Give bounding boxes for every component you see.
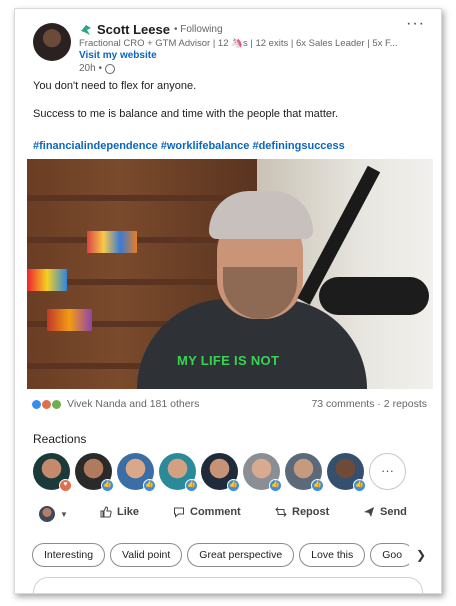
comment-icon xyxy=(174,507,184,518)
actor-avatar xyxy=(39,506,55,522)
like-reaction-icon: 👍 xyxy=(101,479,114,492)
reactor-avatar[interactable]: ♥ xyxy=(33,453,72,492)
author-brand-icon xyxy=(81,24,91,35)
post-time: 20h • xyxy=(79,63,102,74)
suggested-comment-chips: Interesting Valid point Great perspectiv… xyxy=(32,543,428,567)
comment-chip[interactable]: Love this xyxy=(299,543,366,567)
microphone xyxy=(319,277,429,315)
actor-switcher[interactable]: ▼ xyxy=(39,506,68,522)
comment-chip[interactable]: Interesting xyxy=(32,543,106,567)
globe-icon xyxy=(104,63,115,74)
repost-icon xyxy=(275,507,287,517)
reactor-avatar[interactable]: 👍 xyxy=(327,453,366,492)
send-label: Send xyxy=(380,506,407,518)
comments-reposts-count[interactable]: 73 comments · 2 reposts xyxy=(311,398,427,410)
reactors-summary[interactable]: Vivek Nanda and 181 others xyxy=(31,398,199,410)
author-name[interactable]: Scott Leese xyxy=(97,22,170,37)
like-reaction-icon: 👍 xyxy=(353,479,366,492)
comment-chip[interactable]: Great perspective xyxy=(187,543,295,567)
like-label: Like xyxy=(117,506,140,518)
post-hashtags[interactable]: #financialindependence #worklifebalance … xyxy=(33,140,345,152)
reactor-avatar[interactable]: 👍 xyxy=(75,453,114,492)
reactor-avatars: ♥ 👍 👍 👍 👍 👍 👍 👍 ··· xyxy=(33,453,406,492)
video-caption: MY LIFE IS NOT xyxy=(177,353,280,368)
love-reaction-icon: ♥ xyxy=(59,479,72,492)
visit-website-link[interactable]: Visit my website xyxy=(79,50,157,61)
chevron-right-icon[interactable]: ❯ xyxy=(409,543,433,567)
reactor-avatar[interactable]: 👍 xyxy=(285,453,324,492)
author-headline: Fractional CRO + GTM Advisor | 12 🦄s | 1… xyxy=(79,38,398,49)
post-header: Scott Leese • Following Fractional CRO +… xyxy=(15,9,441,81)
chevron-down-icon: ▼ xyxy=(60,509,68,519)
comment-button[interactable]: Comment xyxy=(173,506,241,518)
action-bar: ▼ Like Comment Repost Send xyxy=(15,506,441,530)
books xyxy=(27,269,67,291)
reactors-text: Vivek Nanda and 181 others xyxy=(67,398,200,410)
comment-chip[interactable]: Goo xyxy=(370,543,415,567)
like-reaction-icon: 👍 xyxy=(311,479,324,492)
books xyxy=(47,309,92,331)
post-line-1: You don't need to flex for anyone. xyxy=(33,80,197,92)
like-reaction-icon: 👍 xyxy=(227,479,240,492)
reactor-avatar[interactable]: 👍 xyxy=(243,453,282,492)
reactor-avatar[interactable]: 👍 xyxy=(159,453,198,492)
post-card: Scott Leese • Following Fractional CRO +… xyxy=(14,8,442,594)
social-counts: Vivek Nanda and 181 others 73 comments ·… xyxy=(31,398,427,410)
more-options-icon[interactable]: ··· xyxy=(406,15,425,33)
like-reaction-icon: 👍 xyxy=(269,479,282,492)
like-button[interactable]: Like xyxy=(100,506,139,518)
celebrate-reaction-icon xyxy=(51,398,62,410)
send-button[interactable]: Send xyxy=(363,506,407,518)
like-icon xyxy=(100,506,112,518)
reactions-heading: Reactions xyxy=(33,432,87,446)
author-avatar[interactable] xyxy=(33,23,71,61)
comment-input[interactable] xyxy=(33,577,423,593)
repost-label: Repost xyxy=(292,506,330,518)
comment-label: Comment xyxy=(190,506,241,518)
post-meta: 20h • xyxy=(79,63,115,74)
post-video[interactable]: MY LIFE IS NOT xyxy=(27,159,433,389)
books xyxy=(87,231,137,253)
post-text: You don't need to flex for anyone. Succe… xyxy=(33,79,429,135)
comment-chip[interactable]: Valid point xyxy=(110,543,183,567)
like-reaction-icon: 👍 xyxy=(185,479,198,492)
following-status: • Following xyxy=(173,24,223,35)
post-line-2: Success to me is balance and time with t… xyxy=(33,108,339,120)
reactor-avatar[interactable]: 👍 xyxy=(117,453,156,492)
repost-button[interactable]: Repost xyxy=(275,506,329,518)
more-reactors-button[interactable]: ··· xyxy=(369,453,406,490)
author-name-row: Scott Leese • Following xyxy=(79,22,223,37)
send-icon xyxy=(364,507,374,517)
like-reaction-icon: 👍 xyxy=(143,479,156,492)
reactor-avatar[interactable]: 👍 xyxy=(201,453,240,492)
